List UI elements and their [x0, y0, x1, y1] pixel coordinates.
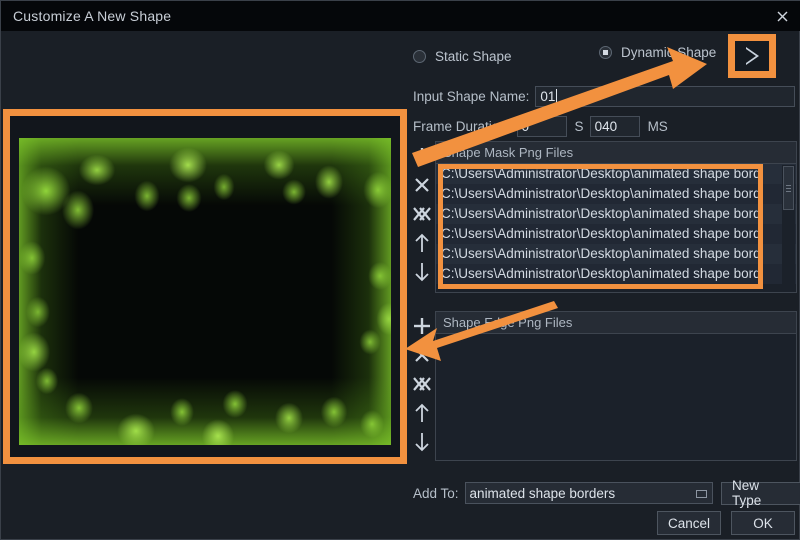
edge-list-toolbar: [407, 311, 437, 456]
customize-shape-dialog: Customize A New Shape Static Shape Dynam…: [0, 0, 800, 540]
shape-name-label: Input Shape Name:: [413, 88, 530, 104]
plus-icon[interactable]: [408, 141, 436, 170]
shape-name-row: Input Shape Name: 01: [413, 85, 795, 107]
list-item[interactable]: C:\Users\Administrator\Desktop\animated …: [436, 204, 796, 224]
frame-duration-label: Frame Duration:: [413, 118, 511, 134]
settings-panel: Static Shape Dynamic Shape Input Shape N…: [407, 31, 800, 540]
page-title: Customize A New Shape: [13, 8, 172, 24]
list-item[interactable]: C:\Users\Administrator\Desktop\animated …: [436, 244, 796, 264]
radio-indicator-static: [413, 49, 426, 63]
shape-preview-background: [10, 116, 400, 457]
new-type-button[interactable]: New Type: [721, 478, 800, 508]
radio-label-dynamic: Dynamic Shape: [621, 45, 717, 60]
frame-duration-row: Frame Duration: 0 S 040 MS: [413, 115, 795, 137]
ok-button[interactable]: OK: [731, 511, 795, 535]
dialog-footer: Cancel OK: [656, 511, 795, 535]
radio-indicator-dynamic: [599, 46, 612, 59]
radio-dynamic-shape[interactable]: Dynamic Shape: [599, 45, 716, 60]
shape-preview-image: [19, 138, 391, 445]
preview-play-button[interactable]: [728, 34, 776, 78]
frame-duration-seconds-input[interactable]: 0: [516, 115, 567, 137]
mask-list-header: Shape Mask Png Files: [436, 142, 796, 164]
edge-files-list[interactable]: Shape Edge Png Files: [435, 311, 797, 461]
arrow-down-icon[interactable]: [408, 257, 436, 286]
mask-list-header-label: Shape Mask Png Files: [443, 145, 574, 160]
play-icon: [745, 47, 759, 65]
arrow-up-icon[interactable]: [408, 398, 436, 427]
shape-type-radio-group: Static Shape Dynamic Shape: [413, 45, 733, 67]
edge-list-header-label: Shape Edge Png Files: [443, 315, 573, 330]
radio-static-shape[interactable]: Static Shape: [413, 49, 512, 64]
frame-duration-ms-input[interactable]: 040: [589, 115, 640, 137]
cancel-button[interactable]: Cancel: [656, 511, 721, 535]
close-icon[interactable]: [769, 5, 795, 27]
list-item[interactable]: C:\Users\Administrator\Desktop\animated …: [436, 264, 796, 284]
mask-list-scrollbar-thumb[interactable]: [783, 166, 794, 210]
double-x-icon[interactable]: [408, 199, 436, 228]
add-to-label: Add To:: [413, 485, 459, 501]
edge-list-header: Shape Edge Png Files: [436, 312, 796, 334]
text-caret: [556, 89, 558, 103]
list-item[interactable]: C:\Users\Administrator\Desktop\animated …: [436, 184, 796, 204]
shape-preview-panel: [3, 109, 407, 464]
add-to-value: animated shape borders: [469, 485, 616, 501]
edge-list-body[interactable]: [436, 334, 796, 460]
shape-name-value: 01: [540, 88, 556, 104]
add-to-dropdown[interactable]: animated shape borders: [464, 482, 714, 504]
mask-files-list[interactable]: Shape Mask Png Files C:\Users\Administra…: [435, 141, 797, 293]
chevron-down-icon: [696, 490, 708, 498]
list-item[interactable]: C:\Users\Administrator\Desktop\animated …: [436, 164, 796, 184]
arrow-down-icon[interactable]: [408, 427, 436, 456]
window-titlebar: Customize A New Shape: [1, 1, 800, 31]
mask-list-scrollbar[interactable]: [782, 165, 795, 291]
seconds-unit-label: S: [574, 118, 584, 134]
list-item[interactable]: C:\Users\Administrator\Desktop\animated …: [436, 224, 796, 244]
arrow-up-icon[interactable]: [408, 228, 436, 257]
x-icon[interactable]: [408, 170, 436, 199]
shape-name-input[interactable]: 01: [535, 85, 795, 107]
plus-icon[interactable]: [408, 311, 436, 340]
radio-label-static: Static Shape: [435, 48, 512, 64]
ms-unit-label: MS: [647, 118, 668, 134]
double-x-icon[interactable]: [408, 369, 436, 398]
mask-list-body[interactable]: C:\Users\Administrator\Desktop\animated …: [436, 164, 796, 292]
mask-list-toolbar: [407, 141, 437, 286]
x-icon[interactable]: [408, 340, 436, 369]
add-to-row: Add To: animated shape borders New Type: [413, 478, 800, 508]
